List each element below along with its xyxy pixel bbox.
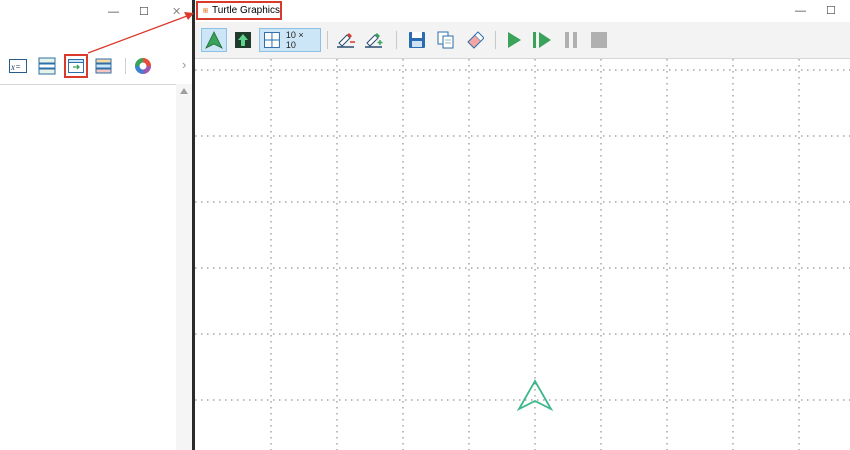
maximize-button[interactable]: ☐ bbox=[139, 5, 149, 18]
minimize-button[interactable]: — bbox=[795, 5, 806, 17]
variables-icon[interactable]: x= bbox=[7, 55, 29, 77]
pen-up-icon bbox=[337, 33, 355, 48]
step-icon bbox=[533, 32, 551, 48]
turtle-up-button[interactable] bbox=[231, 28, 255, 52]
scrollbar[interactable] bbox=[176, 84, 192, 450]
title-bar: Turtle Graphics — ☐ bbox=[195, 0, 850, 22]
toolbar-separator bbox=[495, 31, 496, 49]
toolbar-separator bbox=[396, 31, 397, 49]
list-icon[interactable] bbox=[36, 55, 58, 77]
turtle-up-icon bbox=[235, 32, 251, 48]
window-title: Turtle Graphics bbox=[196, 1, 282, 20]
chevron-right-icon[interactable]: › bbox=[182, 57, 186, 72]
left-window: — ☐ ✕ x= › bbox=[0, 0, 193, 450]
copy-button[interactable] bbox=[435, 28, 457, 52]
step-button[interactable] bbox=[531, 28, 553, 52]
scroll-up-icon[interactable] bbox=[180, 88, 188, 94]
drawing-canvas[interactable] bbox=[195, 59, 850, 450]
window-title-text: Turtle Graphics bbox=[212, 5, 280, 16]
clear-button[interactable] bbox=[464, 28, 486, 52]
grid-lines bbox=[195, 59, 850, 450]
pen-up-button[interactable] bbox=[335, 28, 357, 52]
svg-text:x=: x= bbox=[10, 62, 21, 72]
turtle-graphics-window: Turtle Graphics — ☐ 10 × 10 bbox=[195, 0, 850, 450]
run-button[interactable] bbox=[503, 28, 525, 52]
close-button[interactable]: ✕ bbox=[172, 5, 181, 18]
pen-down-button[interactable] bbox=[363, 28, 385, 52]
save-icon bbox=[409, 32, 425, 48]
toolbar-separator bbox=[125, 58, 126, 74]
minimize-button[interactable]: — bbox=[108, 6, 119, 18]
clear-icon bbox=[467, 31, 484, 49]
save-button[interactable] bbox=[406, 28, 428, 52]
grid-button[interactable]: 10 × 10 bbox=[259, 28, 321, 52]
copy-icon bbox=[437, 31, 454, 49]
grid-icon bbox=[264, 32, 280, 48]
pen-down-icon bbox=[365, 33, 383, 48]
stop-button[interactable] bbox=[588, 28, 610, 52]
turtle-icon bbox=[205, 31, 223, 49]
grid-size-label: 10 × 10 bbox=[285, 30, 304, 50]
toolbar: 10 × 10 bbox=[195, 22, 850, 59]
turtle-button[interactable] bbox=[201, 28, 227, 52]
panel-divider bbox=[0, 84, 192, 85]
turtle-graphics-icon[interactable] bbox=[64, 54, 88, 78]
run-icon bbox=[508, 32, 521, 48]
toolbar-separator bbox=[327, 31, 328, 49]
stop-icon bbox=[591, 32, 607, 48]
color-wheel-icon[interactable] bbox=[132, 55, 154, 77]
pause-button[interactable] bbox=[560, 28, 582, 52]
pause-icon bbox=[565, 32, 577, 48]
stack-icon[interactable] bbox=[93, 55, 115, 77]
app-icon bbox=[203, 7, 209, 14]
maximize-button[interactable]: ☐ bbox=[826, 4, 836, 17]
